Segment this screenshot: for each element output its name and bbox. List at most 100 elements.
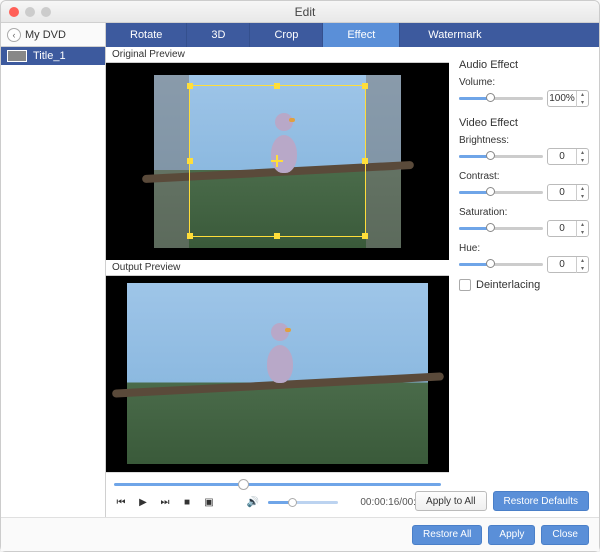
- tab-label: Crop: [274, 29, 298, 41]
- saturation-slider[interactable]: [459, 227, 543, 230]
- brightness-value-box[interactable]: 0 ▴▾: [547, 148, 589, 165]
- sidebar-item-label: Title_1: [33, 50, 66, 62]
- step-up-icon[interactable]: ▴: [577, 91, 588, 99]
- output-preview[interactable]: [106, 276, 449, 473]
- tab-3d[interactable]: 3D: [187, 23, 250, 47]
- crop-handle-bc[interactable]: [274, 233, 280, 239]
- thumbnail-icon: [7, 50, 27, 62]
- original-preview-label: Original Preview: [106, 47, 449, 63]
- volume-button[interactable]: 🔊: [246, 495, 260, 509]
- contrast-label: Contrast:: [459, 171, 589, 182]
- prev-button[interactable]: ⏮: [114, 495, 128, 509]
- video-effect-title: Video Effect: [459, 117, 589, 129]
- crop-center-icon[interactable]: [271, 155, 283, 167]
- apply-to-all-button[interactable]: Apply to All: [415, 491, 486, 511]
- restore-all-button[interactable]: Restore All: [412, 525, 482, 545]
- slider-fill: [459, 227, 488, 230]
- deinterlacing-checkbox[interactable]: [459, 279, 471, 291]
- volume-fill: [268, 501, 289, 504]
- close-button[interactable]: Close: [541, 525, 589, 545]
- saturation-label: Saturation:: [459, 207, 589, 218]
- tab-effect[interactable]: Effect: [323, 23, 400, 47]
- step-up-icon[interactable]: ▴: [577, 149, 588, 157]
- saturation-value-box[interactable]: 0 ▴▾: [547, 220, 589, 237]
- hue-stepper: ▴▾: [576, 257, 588, 273]
- crop-handle-tl[interactable]: [187, 83, 193, 89]
- edit-window: Edit ‹ My DVD Rotate 3D Crop Effect Wate…: [0, 0, 600, 552]
- scrub-track[interactable]: [114, 483, 441, 486]
- sidebar-item-title1[interactable]: Title_1: [1, 47, 105, 65]
- original-video-frame: [154, 75, 401, 248]
- minimize-window-icon[interactable]: [25, 7, 35, 17]
- tab-rotate[interactable]: Rotate: [106, 23, 187, 47]
- crop-handle-ml[interactable]: [187, 158, 193, 164]
- volume-slider[interactable]: [268, 501, 338, 504]
- stop-icon: ■: [184, 497, 190, 508]
- step-up-icon[interactable]: ▴: [577, 185, 588, 193]
- sidebar: Title_1: [1, 47, 106, 517]
- step-down-icon[interactable]: ▾: [577, 265, 588, 273]
- tab-crop[interactable]: Crop: [250, 23, 323, 47]
- slider-fill: [459, 263, 488, 266]
- next-button[interactable]: ⏭: [158, 495, 172, 509]
- crop-handle-tr[interactable]: [362, 83, 368, 89]
- button-label: Apply: [499, 529, 524, 540]
- hue-value-box[interactable]: 0 ▴▾: [547, 256, 589, 273]
- close-window-icon[interactable]: [9, 7, 19, 17]
- step-down-icon[interactable]: ▾: [577, 229, 588, 237]
- slider-thumb[interactable]: [486, 93, 495, 102]
- step-down-icon[interactable]: ▾: [577, 157, 588, 165]
- crop-handle-br[interactable]: [362, 233, 368, 239]
- volume-thumb[interactable]: [288, 498, 297, 507]
- tab-watermark[interactable]: Watermark: [400, 23, 599, 47]
- slider-thumb[interactable]: [486, 187, 495, 196]
- hue-slider[interactable]: [459, 263, 543, 266]
- scrub-thumb[interactable]: [238, 479, 249, 490]
- button-label: Restore Defaults: [504, 496, 578, 507]
- snapshot-icon: ▣: [204, 497, 213, 508]
- upper-buttons: Apply to All Restore Defaults: [415, 491, 589, 511]
- crop-handle-tc[interactable]: [274, 83, 280, 89]
- contrast-value-box[interactable]: 0 ▴▾: [547, 184, 589, 201]
- slider-thumb[interactable]: [486, 151, 495, 160]
- step-up-icon[interactable]: ▴: [577, 221, 588, 229]
- restore-defaults-button[interactable]: Restore Defaults: [493, 491, 589, 511]
- previews: Original Preview: [106, 47, 449, 517]
- original-preview[interactable]: [106, 63, 449, 260]
- play-icon: ▶: [139, 497, 147, 508]
- dvd-label: My DVD: [25, 29, 66, 41]
- brightness-slider[interactable]: [459, 155, 543, 158]
- contrast-value: 0: [548, 187, 576, 198]
- volume-slider[interactable]: [459, 97, 543, 100]
- slider-thumb[interactable]: [486, 223, 495, 232]
- hue-value: 0: [548, 259, 576, 270]
- crop-handle-bl[interactable]: [187, 233, 193, 239]
- titlebar: Edit: [1, 1, 599, 23]
- deinterlacing-label: Deinterlacing: [476, 279, 540, 291]
- slider-thumb[interactable]: [486, 259, 495, 268]
- step-down-icon[interactable]: ▾: [577, 99, 588, 107]
- slider-fill: [459, 191, 488, 194]
- snapshot-button[interactable]: ▣: [202, 495, 216, 509]
- apply-button[interactable]: Apply: [488, 525, 535, 545]
- window-title: Edit: [51, 5, 559, 19]
- stop-button[interactable]: ■: [180, 495, 194, 509]
- tab-label: 3D: [211, 29, 225, 41]
- zoom-window-icon[interactable]: [41, 7, 51, 17]
- audio-effect-title: Audio Effect: [459, 59, 589, 71]
- next-icon: ⏭: [161, 497, 170, 508]
- crop-rectangle[interactable]: [189, 85, 367, 237]
- volume-value-box[interactable]: 100% ▴ ▾: [547, 90, 589, 107]
- step-down-icon[interactable]: ▾: [577, 193, 588, 201]
- brightness-value: 0: [548, 151, 576, 162]
- back-button[interactable]: ‹: [7, 28, 21, 42]
- scrubber[interactable]: [114, 477, 441, 491]
- button-label: Apply to All: [426, 496, 475, 507]
- volume-icon: 🔊: [247, 497, 259, 508]
- play-button[interactable]: ▶: [136, 495, 150, 509]
- crop-handle-mr[interactable]: [362, 158, 368, 164]
- contrast-slider[interactable]: [459, 191, 543, 194]
- volume-value: 100%: [548, 93, 576, 104]
- step-up-icon[interactable]: ▴: [577, 257, 588, 265]
- saturation-stepper: ▴▾: [576, 221, 588, 237]
